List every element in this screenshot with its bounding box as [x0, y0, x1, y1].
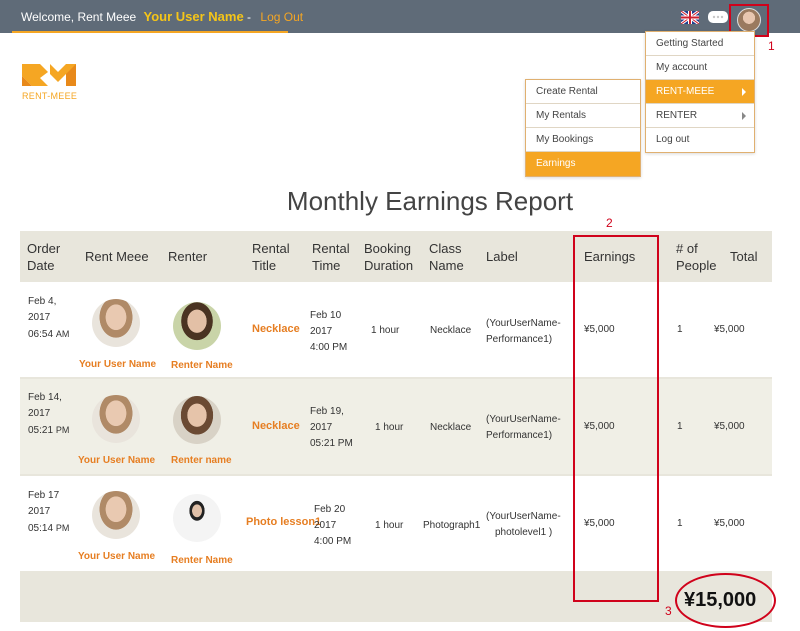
annotation-number-1: 1 [768, 39, 775, 53]
menu-item-earnings[interactable]: Earnings [526, 152, 640, 176]
account-menu: Getting Started My account RENT-MEEE REN… [645, 31, 755, 153]
menu-item-my-rentals[interactable]: My Rentals [526, 104, 640, 128]
rent-meee-avatar [92, 491, 140, 539]
page-title: Monthly Earnings Report [286, 186, 574, 216]
rental-title-link[interactable]: Necklace [252, 323, 300, 335]
header-rent-meee: Rent Meee [85, 249, 149, 264]
row-total: ¥5,000 [714, 518, 745, 529]
rental-time: Feb 20 2017 4:00 PM [314, 504, 352, 547]
menu-item-my-account[interactable]: My account [646, 56, 754, 80]
uk-flag-icon[interactable] [681, 11, 699, 24]
annotation-number-2: 2 [606, 216, 613, 230]
header-class-name: Class Name [429, 241, 464, 273]
renter-avatar [173, 494, 221, 542]
label: (YourUserName- photolevel1 ) [486, 511, 561, 538]
welcome-text: Welcome, Rent Meee [21, 10, 137, 24]
rent-meee-submenu: Create Rental My Rentals My Bookings Ear… [525, 79, 641, 177]
label: (YourUserName- Performance1) [486, 318, 561, 345]
logo-text: RENT-MEEE [22, 91, 78, 101]
renter-name-link[interactable]: Renter Name [171, 555, 233, 566]
order-date: Feb 4, 2017 06:54 AM [28, 296, 70, 340]
row-total: ¥5,000 [714, 324, 745, 335]
people-count: 1 [677, 421, 683, 432]
header-total: Total [730, 249, 758, 264]
rent-meee-name-link[interactable]: Your User Name [78, 551, 155, 562]
renter-name-link[interactable]: Renter name [171, 455, 232, 466]
menu-item-my-bookings[interactable]: My Bookings [526, 128, 640, 152]
header-rental-time: Rental Time [312, 241, 350, 273]
menu-item-renter[interactable]: RENTER [646, 104, 754, 128]
renter-name-link[interactable]: Renter Name [171, 360, 233, 371]
order-date: Feb 14, 2017 05:21 PM [28, 392, 70, 436]
class-name: Photograph1 [423, 520, 481, 531]
chevron-right-icon [742, 88, 746, 96]
class-name: Necklace [430, 325, 472, 336]
header-order-date: Order Date [27, 241, 61, 273]
avatar [737, 8, 761, 32]
booking-duration: 1 hour [371, 325, 400, 336]
rent-meee-name-link[interactable]: Your User Name [79, 359, 156, 370]
rental-title-link[interactable]: Necklace [252, 420, 300, 432]
header-renter: Renter [168, 249, 208, 264]
menu-item-rent-meee[interactable]: RENT-MEEE [646, 80, 754, 104]
header-rental-title: Rental Title [252, 241, 290, 273]
welcome-area: Welcome, Rent Meee Your User Name - Log … [12, 0, 303, 33]
class-name: Necklace [430, 422, 472, 433]
chat-bubble-icon[interactable] [707, 10, 729, 24]
welcome-separator: - [247, 10, 252, 24]
label: (YourUserName- Performance1) [486, 414, 561, 441]
logout-link[interactable]: Log Out [260, 10, 303, 24]
menu-item-log-out[interactable]: Log out [646, 128, 754, 152]
menu-item-getting-started[interactable]: Getting Started [646, 32, 754, 56]
booking-duration: 1 hour [375, 422, 404, 433]
earnings-highlight-box [573, 235, 659, 602]
rent-meee-name-link[interactable]: Your User Name [78, 455, 155, 466]
row-total: ¥5,000 [714, 421, 745, 432]
chevron-right-icon [742, 112, 746, 120]
header-people: # of People [676, 241, 717, 273]
rent-meee-avatar [92, 299, 140, 347]
grand-total: ¥15,000 [684, 589, 757, 611]
order-date: Feb 17 2017 05:14 PM [28, 490, 70, 534]
rental-time: Feb 10 2017 4:00 PM [310, 310, 348, 353]
header-label: Label [486, 249, 518, 264]
people-count: 1 [677, 324, 683, 335]
header-booking-duration: Booking Duration [364, 241, 414, 273]
rent-meee-avatar [92, 395, 140, 443]
people-count: 1 [677, 518, 683, 529]
booking-duration: 1 hour [375, 520, 404, 531]
menu-item-create-rental[interactable]: Create Rental [526, 80, 640, 104]
user-name: Your User Name [143, 9, 244, 24]
rental-title-link[interactable]: Photo lesson1 [246, 516, 321, 528]
rental-time: Feb 19, 2017 05:21 PM [310, 406, 353, 449]
renter-avatar [173, 396, 221, 444]
annotation-number-3: 3 [665, 604, 672, 618]
renter-avatar [173, 302, 221, 350]
